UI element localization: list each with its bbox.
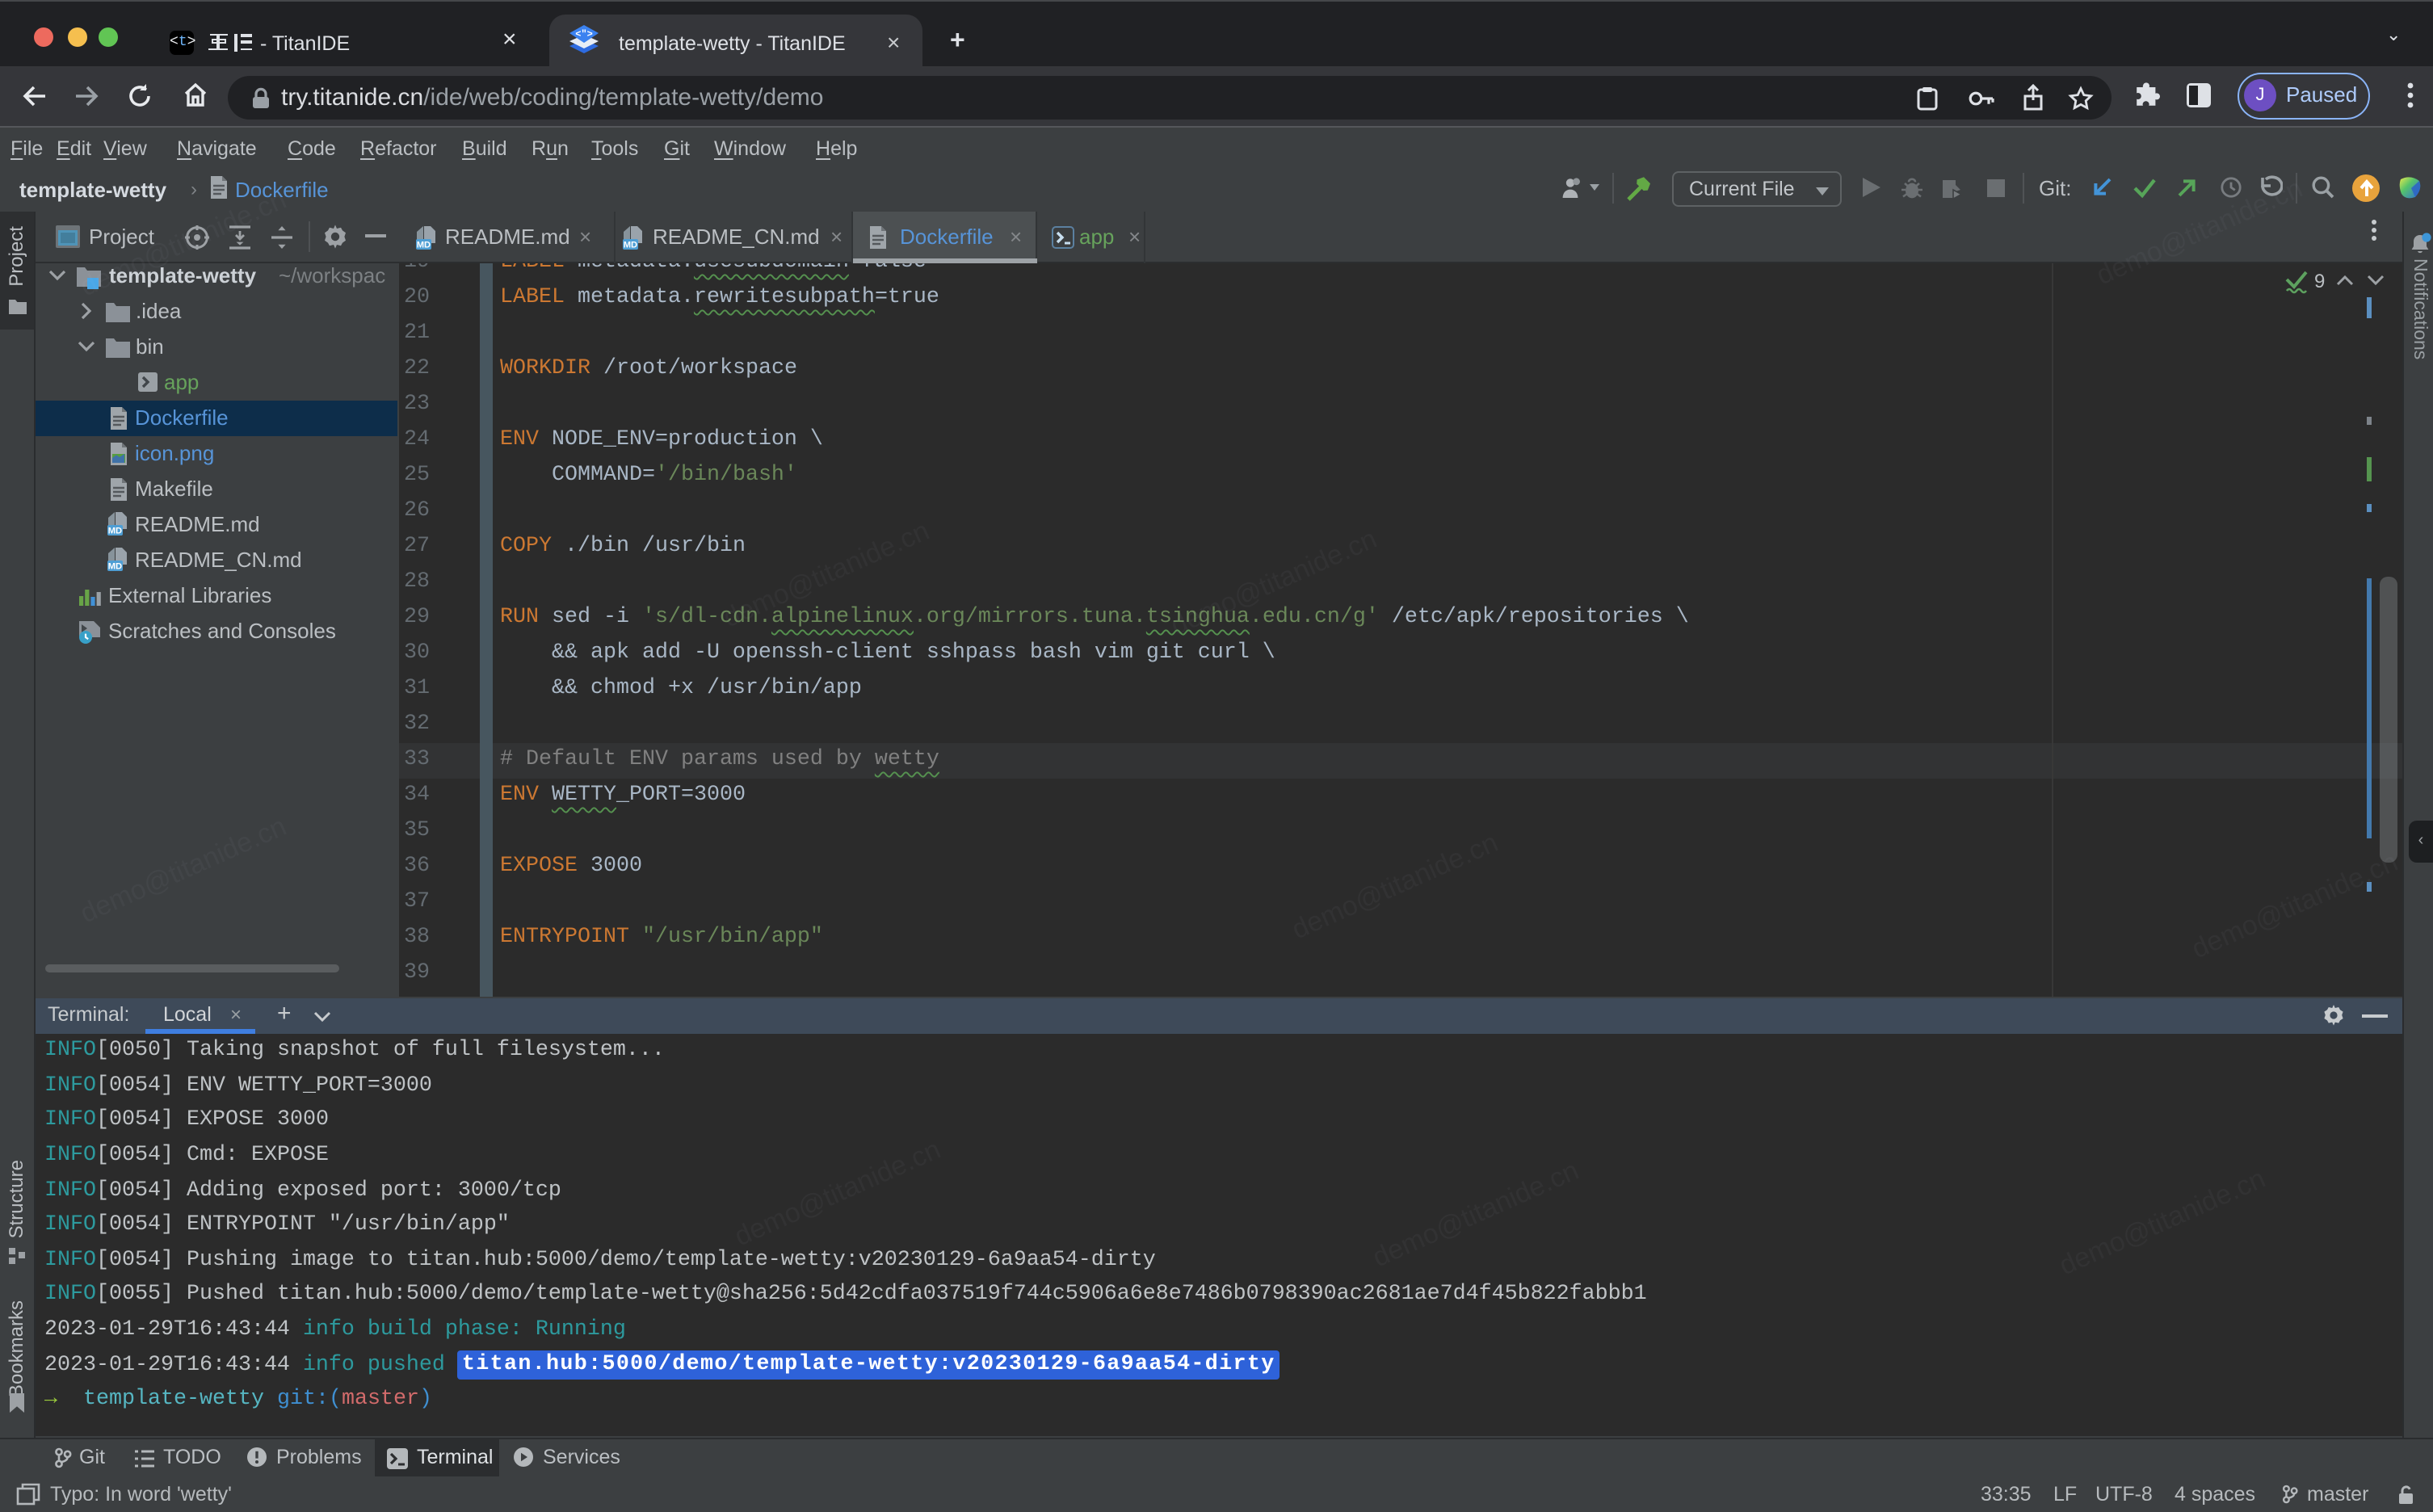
svg-text:MD: MD (417, 240, 431, 250)
svg-text:MD: MD (624, 240, 637, 250)
svg-text:MD: MD (107, 526, 121, 536)
svg-text:MD: MD (107, 561, 121, 571)
svg-text:<">: <"> (575, 29, 593, 40)
